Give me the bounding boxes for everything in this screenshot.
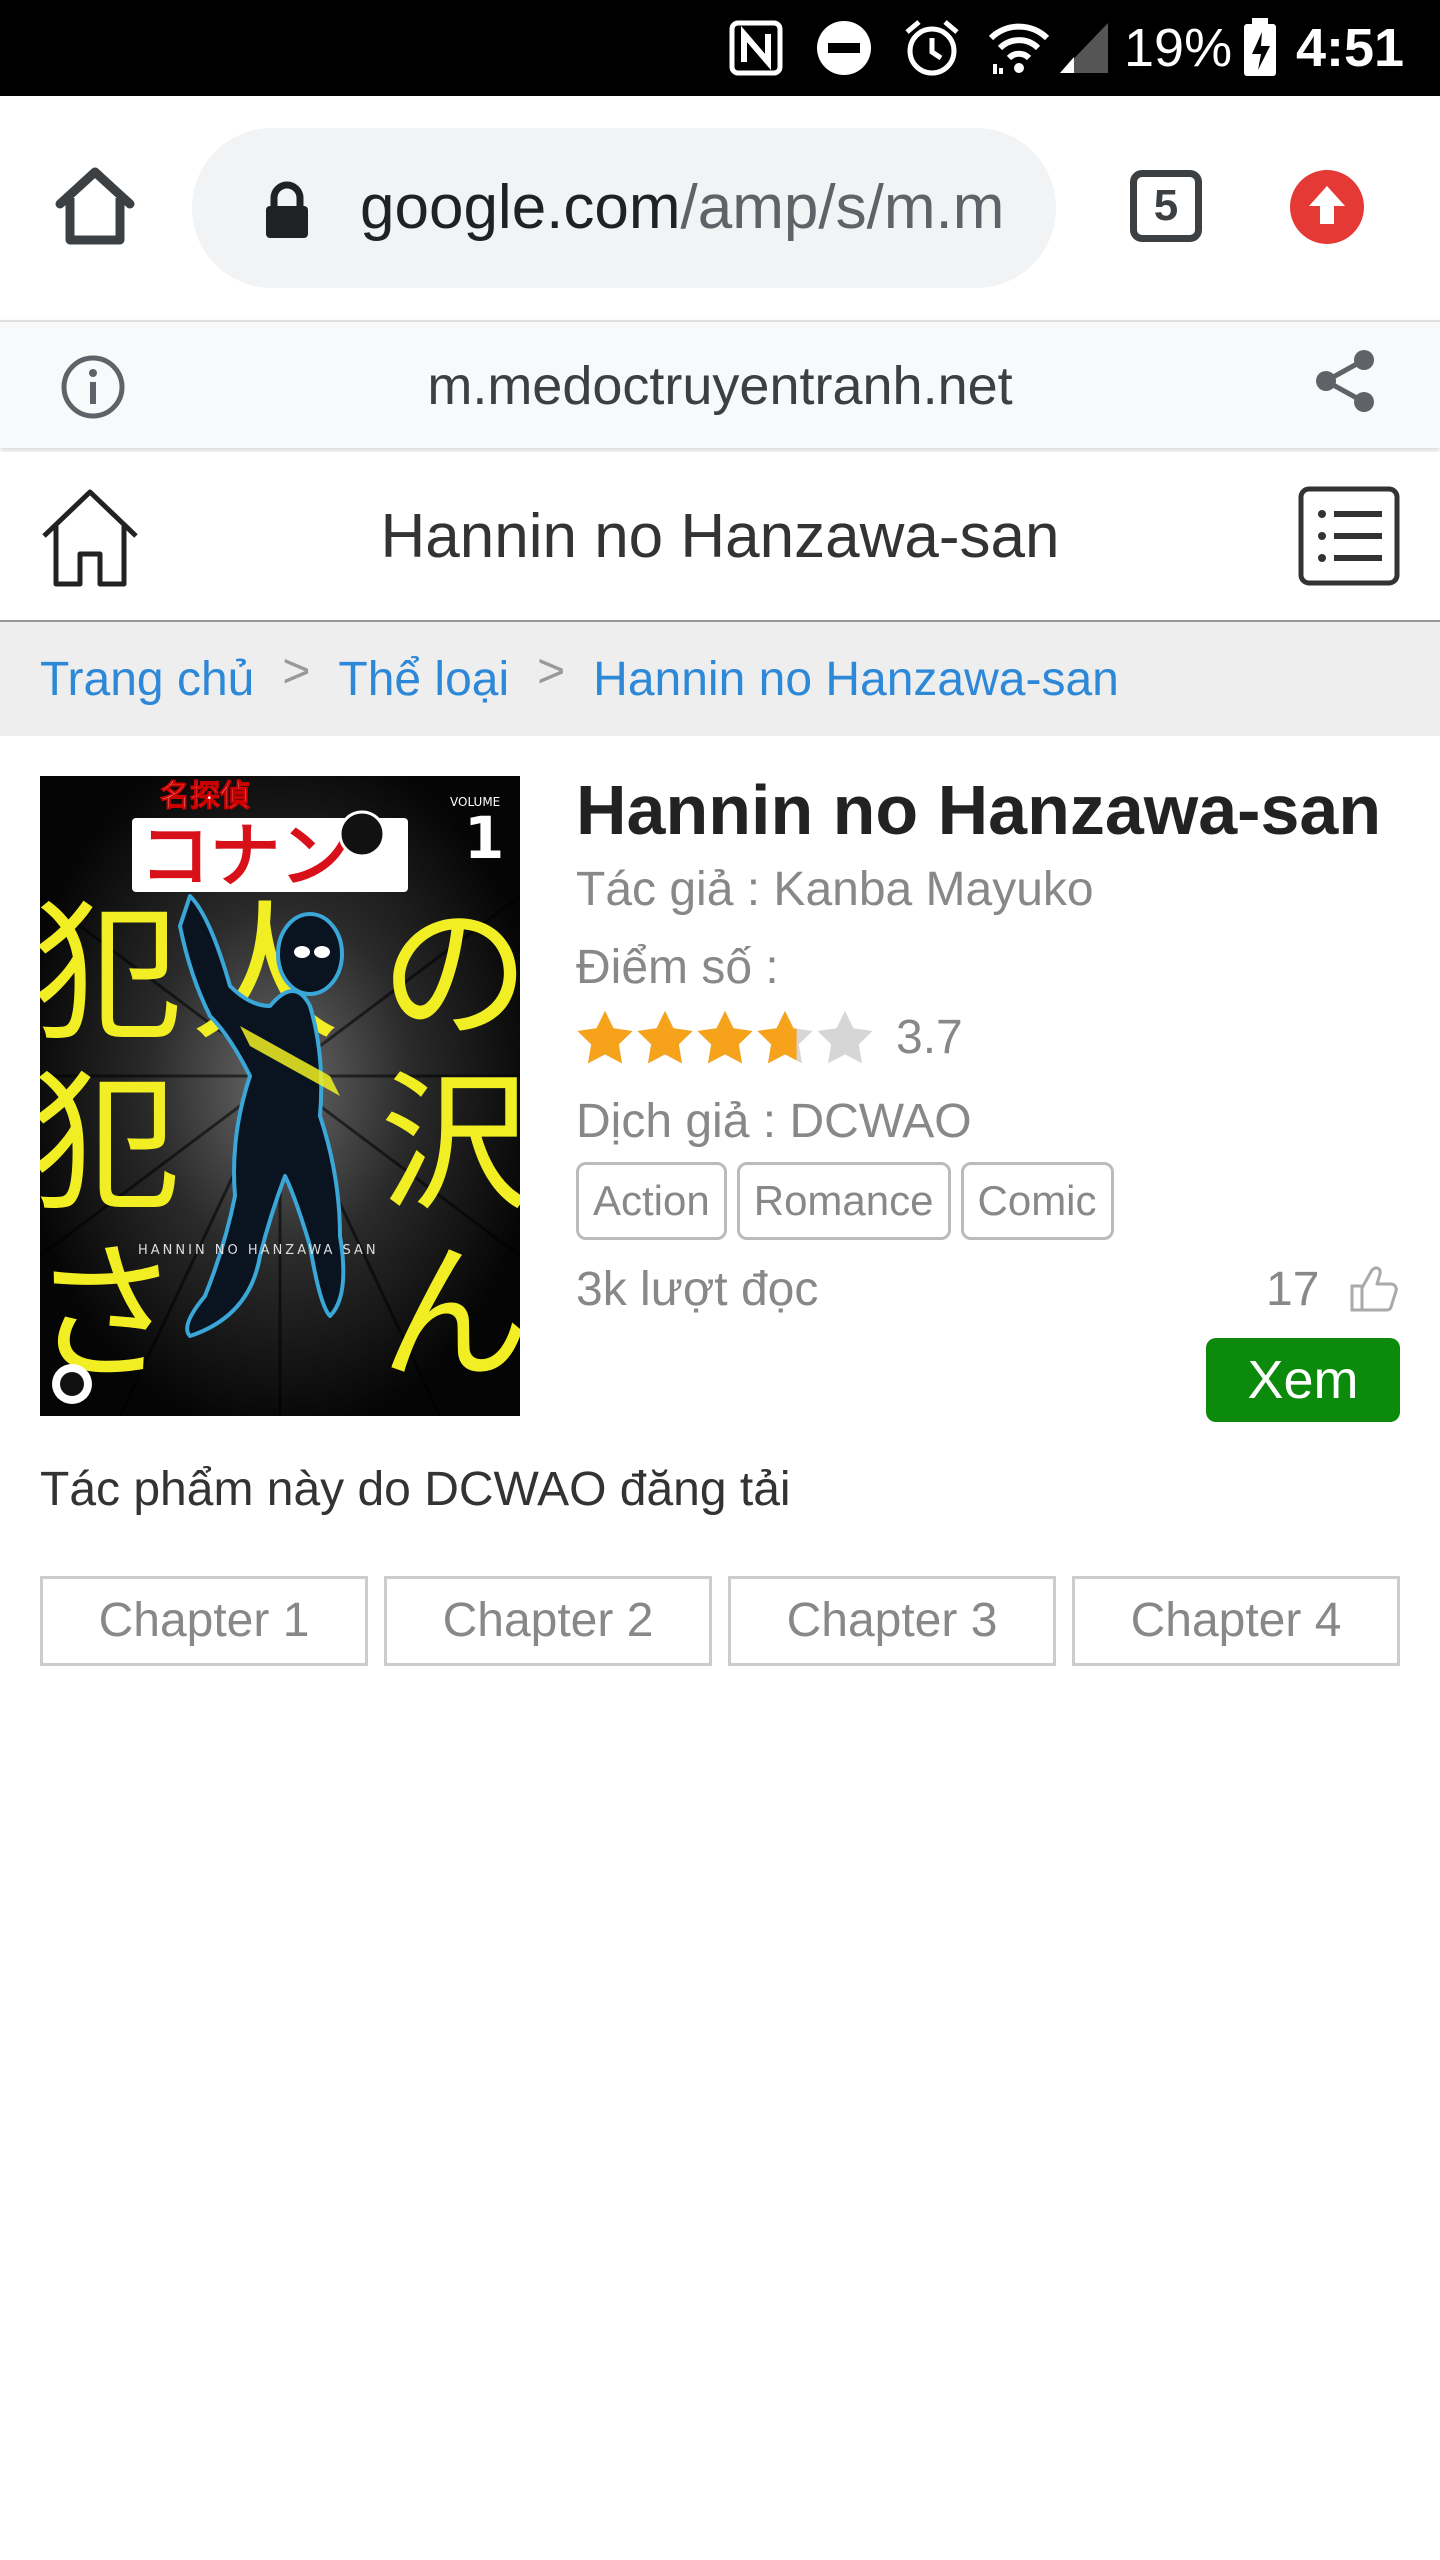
breadcrumb-current-link[interactable]: Hannin no Hanzawa-san xyxy=(593,652,1119,707)
site-home-icon[interactable] xyxy=(38,486,142,588)
chapter-button[interactable]: Chapter 3 xyxy=(728,1576,1056,1666)
translator-label: Dịch giả xyxy=(576,1095,750,1148)
breadcrumb-separator: > xyxy=(282,644,311,698)
manga-title: Hannin no Hanzawa-san xyxy=(576,771,1382,849)
chapter-button[interactable]: Chapter 2 xyxy=(384,1576,712,1666)
genre-tag-action[interactable]: Action xyxy=(576,1162,727,1240)
breadcrumb-separator: > xyxy=(537,644,566,698)
update-badge-icon[interactable] xyxy=(1290,170,1364,244)
author-row: Tác giả : Kanba Mayuko xyxy=(576,862,1094,917)
wifi-icon xyxy=(986,18,1052,78)
cover-char: 犯 xyxy=(40,888,182,1062)
alarm-icon xyxy=(900,18,964,78)
star-icon[interactable] xyxy=(816,1009,874,1067)
info-icon[interactable] xyxy=(60,354,126,420)
url-path: /amp/s/m.m xyxy=(680,173,1005,242)
do-not-disturb-icon xyxy=(814,18,874,78)
genre-tags: Action Romance Comic xyxy=(576,1162,1124,1240)
url-bar[interactable]: google.com/amp/s/m.m xyxy=(192,128,1056,288)
signal-icon xyxy=(1056,18,1112,78)
rating-stars[interactable] xyxy=(576,1005,876,1071)
lock-icon xyxy=(262,180,312,240)
chapter-button[interactable]: Chapter 1 xyxy=(40,1576,368,1666)
star-icon[interactable] xyxy=(576,1009,634,1067)
site-header: Hannin no Hanzawa-san xyxy=(0,452,1440,622)
view-button[interactable]: Xem xyxy=(1206,1338,1400,1422)
cover-brand-main: コナン xyxy=(140,815,350,897)
author-label: Tác giả xyxy=(576,863,734,916)
cover-char: 沢 xyxy=(380,1058,520,1232)
like-count: 17 xyxy=(1266,1263,1320,1316)
battery-charging-icon xyxy=(1240,18,1280,78)
tab-switcher-button[interactable]: 5 xyxy=(1130,170,1202,242)
colon: : xyxy=(749,1095,790,1148)
thumbs-up-icon[interactable] xyxy=(1348,1262,1400,1314)
share-icon[interactable] xyxy=(1310,346,1380,416)
score-label: Điểm số xyxy=(576,941,753,994)
cover-char: 犯 xyxy=(40,1058,180,1232)
star-icon[interactable] xyxy=(696,1009,754,1067)
page-title: Hannin no Hanzawa-san xyxy=(380,502,1060,571)
translator-row: Dịch giả : DCWAO xyxy=(576,1094,972,1149)
chapter-button[interactable]: Chapter 4 xyxy=(1072,1576,1400,1666)
cover-volume-number: 1 xyxy=(464,804,504,872)
translator-value[interactable]: DCWAO xyxy=(789,1095,971,1148)
menu-list-icon[interactable] xyxy=(1298,486,1400,586)
breadcrumb-category-link[interactable]: Thể loại xyxy=(338,652,509,707)
url-domain: google.com xyxy=(360,173,681,242)
browser-toolbar: google.com/amp/s/m.m 5 xyxy=(0,96,1440,320)
star-icon[interactable] xyxy=(636,1009,694,1067)
battery-percent: 19% xyxy=(1124,18,1233,78)
uploader-note: Tác phẩm này do DCWAO đăng tải xyxy=(40,1463,791,1516)
colon: : xyxy=(733,863,774,916)
clock: 4:51 xyxy=(1296,18,1405,78)
status-bar: 19% 4:51 xyxy=(0,0,1440,96)
genre-tag-romance[interactable]: Romance xyxy=(736,1162,951,1240)
nfc-icon xyxy=(726,18,786,78)
amp-header-bar: m.medoctruyentranh.net xyxy=(0,320,1440,448)
breadcrumb: Trang chủ > Thể loại > Hannin no Hanzawa… xyxy=(0,622,1440,736)
score-row: Điểm số : xyxy=(576,940,779,995)
rating-value: 3.7 xyxy=(896,1011,963,1064)
chapter-list: Chapter 1 Chapter 2 Chapter 3 Chapter 4 xyxy=(40,1576,1400,1666)
url-text[interactable]: google.com/amp/s/m.m xyxy=(360,128,1028,288)
genre-tag-comic[interactable]: Comic xyxy=(960,1162,1114,1240)
amp-domain[interactable]: m.medoctruyentranh.net xyxy=(0,322,1440,450)
cover-subtitle: HANNIN NO HANZAWA SAN xyxy=(138,1243,379,1258)
colon: : xyxy=(752,941,779,994)
read-count: 3k lượt đọc xyxy=(576,1263,819,1316)
cover-char: ん xyxy=(380,1228,520,1402)
manga-cover-image[interactable]: 犯 人 の 犯 沢 さ ん 名探偵 コナン VOLUME 1 HANNIN NO… xyxy=(40,776,520,1416)
breadcrumb-home-link[interactable]: Trang chủ xyxy=(40,652,254,707)
star-icon[interactable] xyxy=(756,1009,814,1067)
author-value[interactable]: Kanba Mayuko xyxy=(773,863,1093,916)
cover-char: の xyxy=(380,888,520,1062)
cover-brand-top: 名探偵 xyxy=(160,779,250,814)
browser-home-icon[interactable] xyxy=(52,162,138,248)
